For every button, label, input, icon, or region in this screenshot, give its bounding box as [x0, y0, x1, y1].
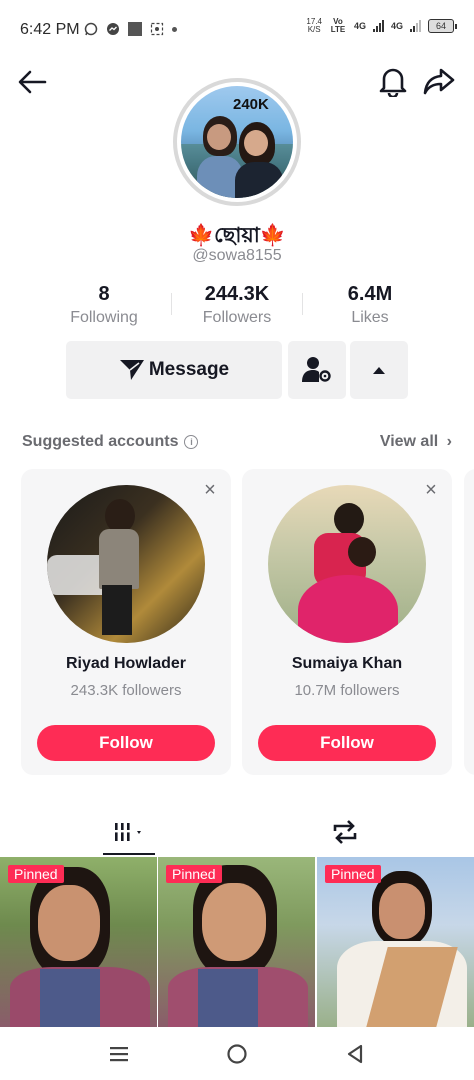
suggested-card[interactable]: × Riyad Howlader 243.3K followers Follow	[21, 469, 231, 775]
pinned-badge: Pinned	[166, 865, 222, 883]
chevron-right-icon: ›	[446, 433, 452, 450]
tab-reposts[interactable]	[266, 808, 424, 856]
video-thumbnail[interactable]: Pinned	[0, 857, 157, 1027]
signal-label-2: 4G	[390, 21, 403, 31]
suggested-card[interactable]: × Sumaiya Khan 10.7M followers Follow	[242, 469, 452, 775]
whatsapp-icon	[84, 22, 98, 36]
message-button[interactable]: Message	[66, 341, 282, 399]
video-grid: Pinned Pinned Pinned	[0, 857, 474, 1027]
pinned-badge: Pinned	[325, 865, 381, 883]
follow-button[interactable]: Follow	[37, 725, 215, 761]
suggested-followers: 10.7M followers	[294, 682, 400, 699]
profile-avatar[interactable]: 240K	[173, 78, 301, 206]
user-gear-icon	[302, 357, 331, 382]
tab-videos[interactable]	[50, 808, 208, 856]
back-nav-button[interactable]	[340, 1040, 370, 1068]
recents-button[interactable]	[104, 1040, 134, 1068]
stat-label: Following	[70, 309, 138, 326]
grid-icon	[113, 823, 141, 841]
active-tab-indicator	[103, 853, 155, 855]
suggested-followers: 243.3K followers	[70, 682, 182, 699]
notification-icons	[84, 22, 177, 36]
home-button[interactable]	[222, 1040, 252, 1068]
status-time: 6:42 PM	[20, 21, 80, 38]
expand-suggestions-button[interactable]	[350, 341, 408, 399]
profile-stats: 8 Following 244.3K Followers 6.4M Likes	[38, 283, 436, 327]
close-icon: ×	[425, 478, 437, 501]
status-right: 17.4 K/S Vo LTE 4G 4G 64	[306, 17, 457, 34]
suggested-name: Sumaiya Khan	[291, 655, 403, 672]
close-icon: ×	[204, 478, 216, 501]
triangle-left-icon	[347, 1044, 363, 1064]
back-button[interactable]	[14, 64, 50, 100]
stat-value: 8	[98, 283, 110, 305]
status-bar: 6:42 PM 17.4 K/S Vo LTE 4G 4G 64	[0, 0, 474, 60]
stat-label: Followers	[202, 309, 272, 326]
video-thumbnail[interactable]: Pinned	[317, 857, 474, 1027]
system-nav-bar	[0, 1027, 474, 1080]
follow-button[interactable]: Follow	[258, 725, 436, 761]
stat-value: 6.4M	[347, 283, 393, 305]
share-button[interactable]	[420, 62, 458, 100]
signal-bars-1-icon	[372, 20, 384, 32]
stat-divider	[302, 293, 303, 315]
screenshot-icon	[150, 22, 164, 36]
send-icon	[119, 360, 144, 380]
suggested-accounts-title: Suggested accounts i	[22, 433, 199, 451]
dismiss-suggestion-button[interactable]: ×	[197, 477, 223, 503]
square-icon	[128, 22, 142, 36]
stat-value: 244.3K	[204, 283, 270, 305]
share-icon	[423, 68, 455, 95]
view-all-link[interactable]: View all ›	[380, 433, 452, 451]
pinned-badge: Pinned	[8, 865, 64, 883]
user-settings-button[interactable]	[288, 341, 346, 399]
signal-label-1: 4G	[353, 21, 366, 31]
avatar-badge: 240K	[233, 96, 269, 113]
content-tabs	[0, 808, 474, 856]
battery-indicator: 64	[428, 19, 457, 33]
network-speed: 17.4 K/S	[306, 17, 322, 34]
message-label: Message	[148, 359, 230, 380]
more-notifications-dot	[172, 26, 177, 32]
triangle-up-icon	[373, 367, 385, 374]
stat-followers[interactable]: 244.3K Followers	[171, 283, 303, 327]
stat-divider	[171, 293, 172, 315]
username: @sowa8155	[192, 247, 282, 264]
stat-likes[interactable]: 6.4M Likes	[304, 283, 436, 327]
stat-following[interactable]: 8 Following	[38, 283, 170, 327]
suggested-avatar[interactable]	[47, 485, 205, 643]
repost-icon	[333, 820, 357, 844]
suggested-name: Riyad Howlader	[65, 655, 187, 672]
info-icon[interactable]: i	[184, 435, 199, 449]
signal-bars-2-icon	[410, 20, 421, 32]
suggested-card-peek[interactable]	[464, 469, 474, 775]
messenger-icon	[107, 23, 119, 35]
stat-label: Likes	[351, 309, 389, 326]
video-thumbnail[interactable]: Pinned	[158, 857, 315, 1027]
dismiss-suggestion-button[interactable]: ×	[418, 477, 444, 503]
volte-indicator: Vo LTE	[330, 17, 346, 34]
circle-icon	[227, 1044, 247, 1064]
arrow-left-icon	[18, 70, 47, 94]
avatar-image: 240K	[181, 86, 293, 198]
notifications-button[interactable]	[374, 62, 412, 100]
menu-icon	[110, 1047, 128, 1062]
suggested-avatar[interactable]	[268, 485, 426, 643]
bell-icon	[379, 68, 407, 97]
